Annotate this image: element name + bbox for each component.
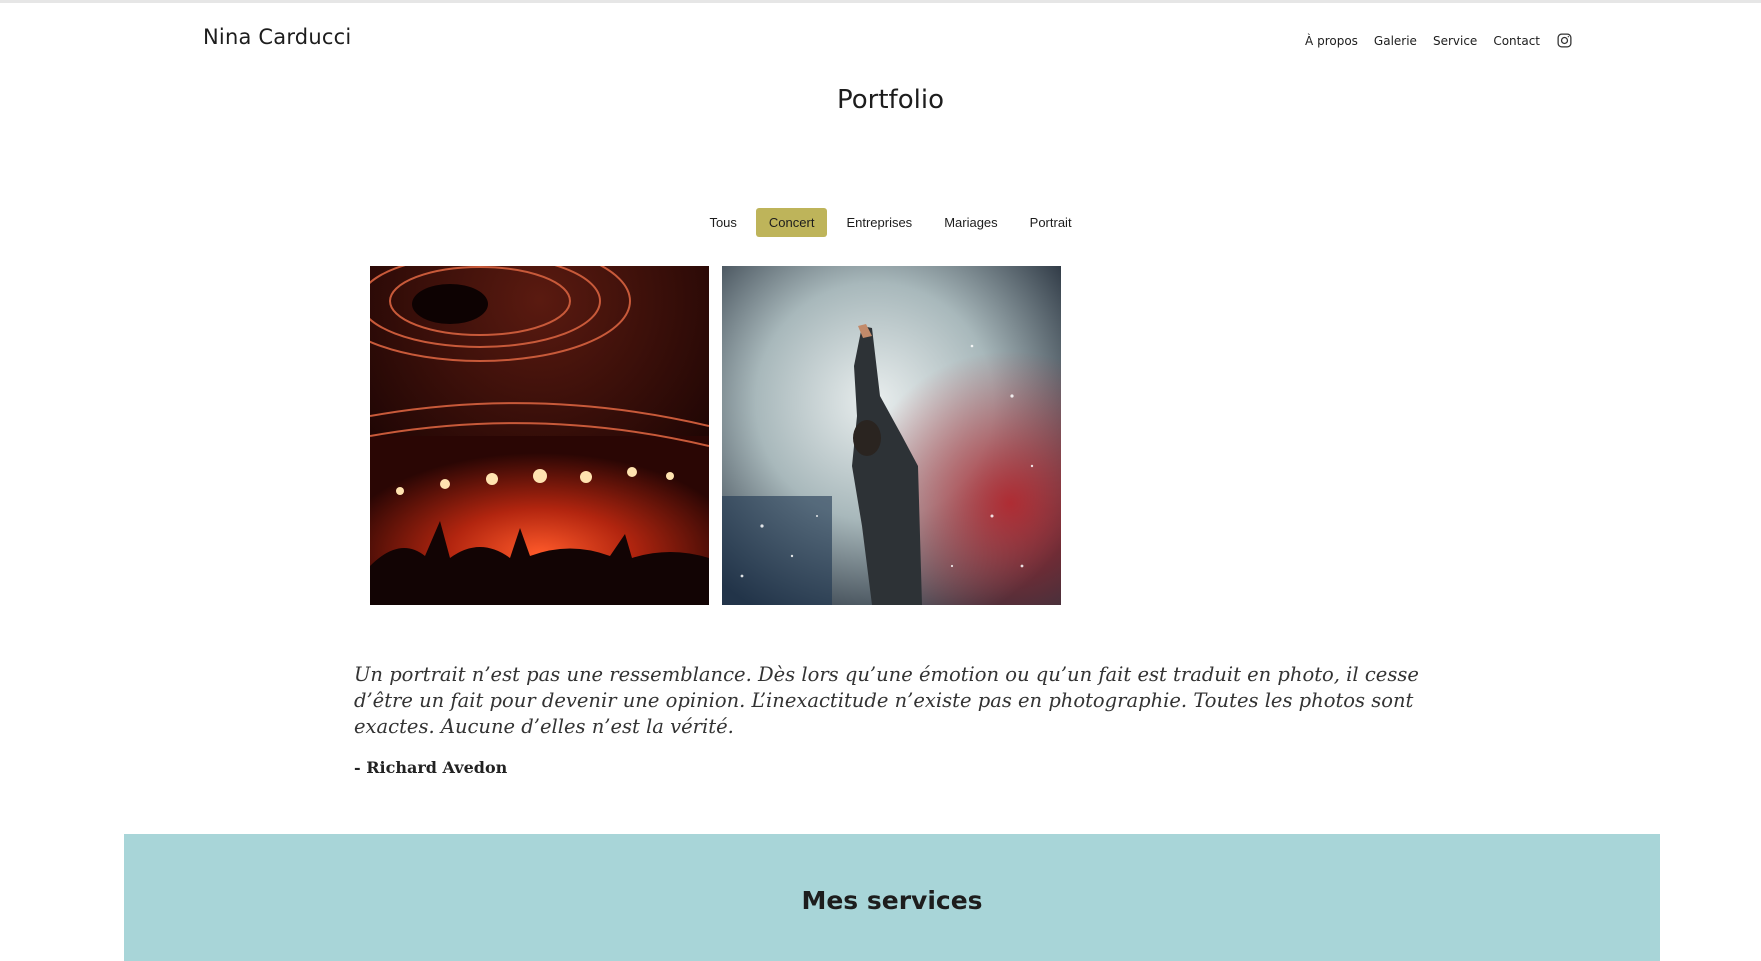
gallery-filters: Tous Concert Entreprises Mariages Portra… [0, 208, 1761, 237]
gallery-photo-concert-performer[interactable] [722, 266, 1061, 605]
nav-link-a-propos[interactable]: À propos [1305, 34, 1358, 48]
gallery-photo-concert-stage[interactable] [370, 266, 709, 605]
top-divider [0, 0, 1761, 3]
filter-concert[interactable]: Concert [755, 208, 828, 237]
main-nav: À propos Galerie Service Contact [1289, 32, 1573, 49]
quote-text: Un portrait n’est pas une ressemblance. … [354, 663, 1419, 738]
services-title: Mes services [801, 886, 983, 915]
services-section: Mes services [124, 834, 1660, 961]
nav-link-contact[interactable]: Contact [1493, 34, 1540, 48]
filter-tous[interactable]: Tous [696, 208, 749, 237]
site-brand[interactable]: Nina Carducci [203, 25, 351, 49]
filter-portrait[interactable]: Portrait [1017, 208, 1085, 237]
filter-entreprises[interactable]: Entreprises [833, 208, 925, 237]
nav-link-service[interactable]: Service [1433, 34, 1477, 48]
page-title: Portfolio [837, 85, 944, 115]
nav-link-galerie[interactable]: Galerie [1374, 34, 1417, 48]
filter-mariages[interactable]: Mariages [931, 208, 1010, 237]
quote-author: - Richard Avedon [354, 758, 508, 777]
instagram-icon[interactable] [1556, 32, 1573, 49]
gallery-grid [370, 266, 1061, 605]
